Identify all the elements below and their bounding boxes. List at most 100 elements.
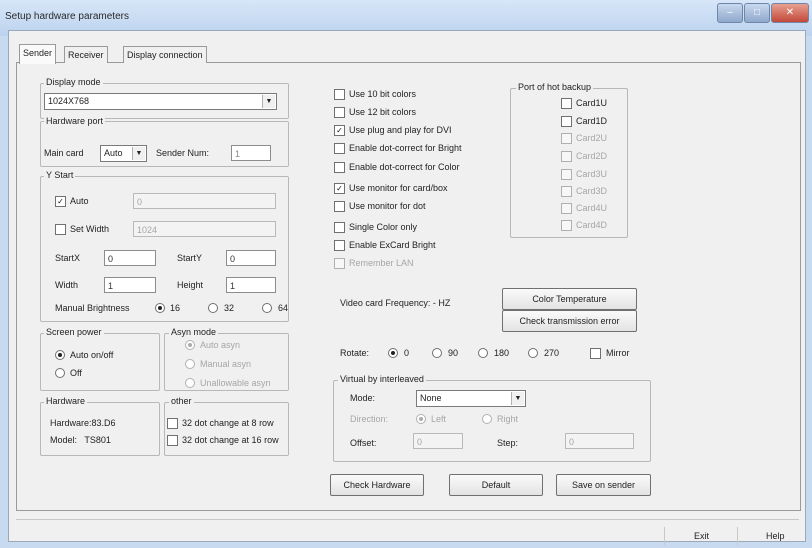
card4u-label: Card4U xyxy=(576,203,608,213)
direction-left-label: Left xyxy=(431,414,447,424)
card2d-label: Card2D xyxy=(576,151,608,161)
rotate-0-radio[interactable] xyxy=(388,348,398,358)
unallowable-asyn-label: Unallowable asyn xyxy=(200,378,271,388)
hardware-group xyxy=(40,402,160,456)
main-card-select[interactable]: Auto ▼ xyxy=(100,145,147,162)
starty-label: StartY xyxy=(177,253,203,263)
manual-brightness-label: Manual Brightness xyxy=(55,303,130,313)
chevron-down-icon: ▼ xyxy=(132,147,145,160)
manual-asyn-radio[interactable] xyxy=(185,359,195,369)
video-card-frequency: Video card Frequency: - HZ xyxy=(340,298,451,308)
card1u-checkbox[interactable] xyxy=(561,98,572,109)
main-card-value: Auto xyxy=(104,148,123,158)
plug-and-play-checkbox[interactable]: ✓ xyxy=(334,125,345,136)
other-label: other xyxy=(169,396,194,406)
use-10bit-checkbox[interactable] xyxy=(334,89,345,100)
card3u-checkbox[interactable] xyxy=(561,169,572,180)
dot-change-8-label: 32 dot change at 8 row xyxy=(182,418,274,428)
save-on-sender-button[interactable]: Save on sender xyxy=(556,474,651,496)
maximize-button[interactable]: □ xyxy=(744,3,770,23)
hardware-version: Hardware:83.D6 xyxy=(50,418,116,428)
card2d-checkbox[interactable] xyxy=(561,151,572,162)
rotate-90-label: 90 xyxy=(448,348,459,358)
close-button[interactable]: ✕ xyxy=(771,3,809,23)
dot-change-8-checkbox[interactable] xyxy=(167,418,178,429)
color-temperature-button[interactable]: Color Temperature xyxy=(502,288,637,310)
exit-button[interactable]: Exit xyxy=(694,531,709,541)
virtual-label: Virtual by interleaved xyxy=(338,374,426,384)
monitor-card-checkbox[interactable]: ✓ xyxy=(334,183,345,194)
display-mode-value: 1024X768 xyxy=(48,96,90,106)
auto-value-input[interactable]: 0 xyxy=(133,193,276,209)
tab-sender[interactable]: Sender xyxy=(19,44,57,64)
dot-correct-color-checkbox[interactable] xyxy=(334,162,345,173)
status-divider xyxy=(664,527,665,545)
auto-asyn-radio[interactable] xyxy=(185,340,195,350)
card1d-label: Card1D xyxy=(576,116,608,126)
width-input[interactable]: 1 xyxy=(104,277,156,293)
monitor-dot-checkbox[interactable] xyxy=(334,201,345,212)
card4d-checkbox[interactable] xyxy=(561,220,572,231)
unallowable-asyn-radio[interactable] xyxy=(185,378,195,388)
startx-label: StartX xyxy=(55,253,81,263)
startx-input[interactable]: 0 xyxy=(104,250,156,266)
brightness-32-radio[interactable] xyxy=(208,303,218,313)
card3d-label: Card3D xyxy=(576,186,608,196)
rotate-180-radio[interactable] xyxy=(478,348,488,358)
remember-lan-checkbox[interactable] xyxy=(334,258,345,269)
direction-right-radio[interactable] xyxy=(482,414,492,424)
set-width-label: Set Width xyxy=(70,224,110,234)
sender-num-input[interactable]: 1 xyxy=(231,145,271,161)
step-input[interactable]: 0 xyxy=(565,433,634,449)
rotate-90-radio[interactable] xyxy=(432,348,442,358)
hot-backup-group xyxy=(510,88,628,238)
set-width-input[interactable]: 1024 xyxy=(133,221,276,237)
auto-on-off-label: Auto on/off xyxy=(70,350,114,360)
card4u-checkbox[interactable] xyxy=(561,203,572,214)
brightness-64-label: 64 xyxy=(278,303,289,313)
tab-receiver[interactable]: Receiver xyxy=(64,46,108,63)
set-width-checkbox[interactable] xyxy=(55,224,66,235)
excard-bright-checkbox[interactable] xyxy=(334,240,345,251)
auto-on-off-radio[interactable] xyxy=(55,350,65,360)
use-10bit-label: Use 10 bit colors xyxy=(349,89,417,99)
brightness-16-radio[interactable] xyxy=(155,303,165,313)
hot-backup-label: Port of hot backup xyxy=(516,82,594,92)
minimize-button[interactable]: – xyxy=(717,3,743,23)
rotate-label: Rotate: xyxy=(340,348,370,358)
offset-input[interactable]: 0 xyxy=(413,433,463,449)
dot-change-16-checkbox[interactable] xyxy=(167,435,178,446)
screen-power-group xyxy=(40,333,160,391)
rotate-180-label: 180 xyxy=(494,348,510,358)
tab-display-connection[interactable]: Display connection xyxy=(123,46,207,63)
dot-correct-bright-checkbox[interactable] xyxy=(334,143,345,154)
direction-right-label: Right xyxy=(497,414,519,424)
mode-label: Mode: xyxy=(350,393,376,403)
display-mode-select[interactable]: 1024X768 ▼ xyxy=(44,93,277,110)
chevron-down-icon: ▼ xyxy=(262,95,275,108)
card3d-checkbox[interactable] xyxy=(561,186,572,197)
auto-checkbox[interactable]: ✓ xyxy=(55,196,66,207)
direction-left-radio[interactable] xyxy=(416,414,426,424)
status-bar xyxy=(16,519,799,542)
default-button[interactable]: Default xyxy=(449,474,543,496)
mode-select[interactable]: None ▼ xyxy=(416,390,526,407)
help-button[interactable]: Help xyxy=(766,531,785,541)
mirror-checkbox[interactable] xyxy=(590,348,601,359)
height-input[interactable]: 1 xyxy=(226,277,276,293)
use-12bit-checkbox[interactable] xyxy=(334,107,345,118)
monitor-dot-label: Use monitor for dot xyxy=(349,201,426,211)
card2u-checkbox[interactable] xyxy=(561,133,572,144)
check-transmission-error-button[interactable]: Check transmission error xyxy=(502,310,637,332)
use-12bit-label: Use 12 bit colors xyxy=(349,107,417,117)
other-group xyxy=(164,402,289,456)
brightness-64-radio[interactable] xyxy=(262,303,272,313)
display-mode-label: Display mode xyxy=(44,77,103,87)
card1d-checkbox[interactable] xyxy=(561,116,572,127)
starty-input[interactable]: 0 xyxy=(226,250,276,266)
off-radio[interactable] xyxy=(55,368,65,378)
check-hardware-button[interactable]: Check Hardware xyxy=(330,474,424,496)
offset-label: Offset: xyxy=(350,438,377,448)
rotate-270-radio[interactable] xyxy=(528,348,538,358)
single-color-checkbox[interactable] xyxy=(334,222,345,233)
